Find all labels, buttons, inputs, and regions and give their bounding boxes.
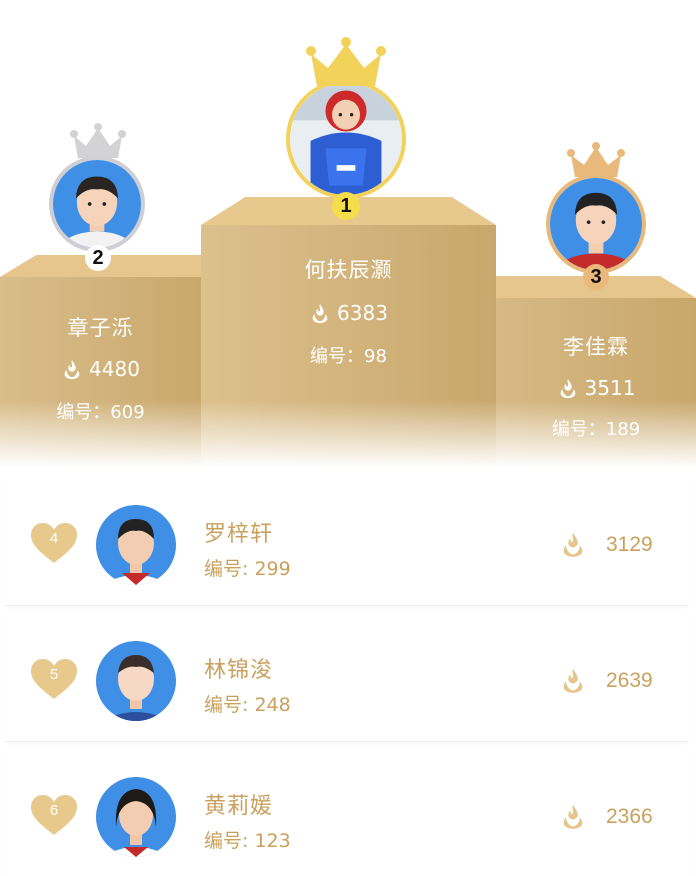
list-item-name: 林锦浚 bbox=[204, 658, 274, 683]
list-item-id: 编号: 123 bbox=[204, 830, 291, 852]
flame-icon bbox=[563, 668, 583, 693]
second-id: 编号：609 bbox=[56, 402, 145, 423]
crown-icon bbox=[70, 123, 126, 158]
avatar[interactable] bbox=[96, 777, 176, 857]
first-score-value: 6383 bbox=[337, 301, 388, 325]
list-item-name: 罗梓轩 bbox=[204, 522, 274, 547]
avatar[interactable] bbox=[286, 79, 406, 199]
list-item-score: 2366 bbox=[606, 805, 653, 828]
first-name: 何扶辰灏 bbox=[304, 258, 393, 282]
rank-badge-3: 3 bbox=[583, 264, 609, 290]
avatar[interactable] bbox=[96, 641, 176, 721]
rank-badge-1: 1 bbox=[332, 192, 360, 220]
avatar-photo bbox=[96, 505, 176, 585]
first-score: 6383 bbox=[201, 301, 496, 325]
list-item-score: 3129 bbox=[606, 533, 653, 556]
list-item-score: 2639 bbox=[606, 669, 653, 692]
crown-icon bbox=[567, 142, 625, 177]
list-item-id: 编号: 248 bbox=[204, 694, 291, 716]
flame-icon bbox=[64, 359, 80, 380]
podium: 章子泺 4480 编号：609 何扶辰灏 6383 编号：98 李佳霖 3511 bbox=[0, 0, 696, 475]
list-item[interactable]: 6 黄莉媛 编号: 123 2366 bbox=[6, 750, 688, 876]
first-id: 编号：98 bbox=[310, 346, 387, 367]
flame-icon bbox=[563, 532, 583, 557]
rank-badge-2: 2 bbox=[85, 245, 111, 271]
second-name: 章子泺 bbox=[67, 316, 134, 340]
rank-number: 4 bbox=[49, 530, 59, 547]
list-item-id: 编号: 299 bbox=[204, 558, 291, 580]
avatar[interactable] bbox=[546, 174, 646, 274]
podium-block-front: 李佳霖 3511 编号：189 bbox=[496, 298, 696, 470]
second-score-value: 4480 bbox=[89, 357, 140, 381]
third-score: 3511 bbox=[496, 376, 696, 400]
third-score-value: 3511 bbox=[584, 376, 636, 400]
podium-second-block: 章子泺 4480 编号：609 bbox=[0, 255, 201, 470]
third-name: 李佳霖 bbox=[563, 335, 629, 359]
avatar[interactable] bbox=[49, 156, 145, 252]
podium-first-block: 何扶辰灏 6383 编号：98 bbox=[201, 197, 496, 470]
list-item[interactable]: 4 罗梓轩 编号: 299 3129 bbox=[6, 478, 688, 606]
rank-number: 6 bbox=[49, 802, 59, 819]
third-id: 编号：189 bbox=[551, 419, 641, 440]
flame-icon bbox=[560, 378, 575, 399]
avatar-photo bbox=[96, 777, 176, 857]
rank-number: 5 bbox=[49, 666, 59, 683]
avatar-photo bbox=[550, 178, 642, 270]
avatar-photo bbox=[96, 641, 176, 721]
podium-block-front: 何扶辰灏 6383 编号：98 bbox=[201, 225, 496, 470]
flame-icon bbox=[563, 804, 583, 829]
second-score: 4480 bbox=[0, 357, 201, 381]
list-item[interactable]: 5 林锦浚 编号: 248 2639 bbox=[6, 614, 688, 742]
list-item-name: 黄莉媛 bbox=[204, 794, 274, 819]
flame-icon bbox=[312, 303, 328, 324]
avatar-photo bbox=[290, 83, 402, 195]
podium-third-block: 李佳霖 3511 编号：189 bbox=[496, 276, 696, 470]
avatar-photo bbox=[53, 160, 141, 248]
podium-block-front: 章子泺 4480 编号：609 bbox=[0, 277, 201, 470]
crown-icon bbox=[306, 37, 386, 86]
avatar[interactable] bbox=[96, 505, 176, 585]
